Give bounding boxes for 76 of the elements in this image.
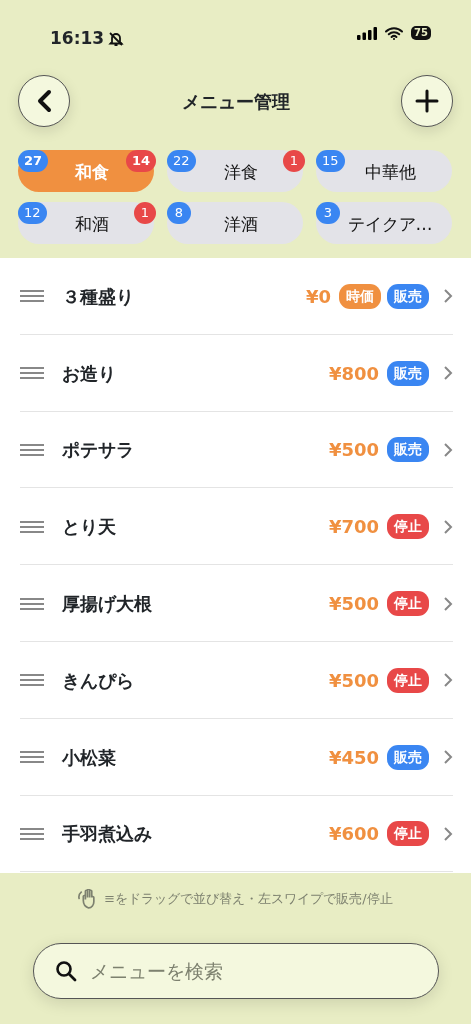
item-name: お造り [62,361,117,386]
chevron-right-icon [443,825,453,842]
item-name: 厚揚げ大根 [62,592,153,617]
status-badge: 停止 [387,667,429,693]
status-badge: 販売 [387,744,429,770]
chevron-right-icon [443,518,453,535]
hint-text: ≡をドラッグで並び替え・左スワイプで販売/停止 [104,890,393,909]
count-badge: 12 [18,202,47,224]
search-field[interactable]: メニューを検索 [32,943,439,999]
drag-handle-icon[interactable] [20,520,44,533]
drag-handle-icon[interactable] [20,444,44,456]
count-badge: 15 [316,150,345,172]
count-badge: 3 [316,202,340,224]
item-name: とり天 [62,515,117,540]
menu-row[interactable]: 厚揚げ大根 ¥500 停止 [0,565,471,642]
status-time: 16:13 [50,27,105,50]
item-name: 小松菜 [62,745,117,770]
plus-icon [415,89,439,113]
item-name: ポテサラ [62,438,135,463]
add-button[interactable] [401,75,453,127]
signal-icon [357,26,378,40]
item-price: ¥800 [328,361,379,386]
item-price: ¥600 [328,822,379,847]
count-badge: 8 [167,202,191,224]
drag-handle-icon[interactable] [20,674,44,687]
category-tab[interactable]: テイクア… 3 [316,202,452,244]
item-name: ３種盛り [62,284,135,309]
search-icon [54,960,77,982]
item-price: ¥500 [328,592,379,617]
drag-handle-icon[interactable] [20,827,44,840]
chevron-right-icon [443,595,453,612]
wifi-icon [385,26,404,40]
back-button[interactable] [18,75,70,127]
menu-row[interactable]: お造り ¥800 販売 [0,334,471,412]
menu-row[interactable]: とり天 ¥700 停止 [0,488,471,566]
swipe-hand-icon [78,889,97,909]
menu-row[interactable]: 小松菜 ¥450 販売 [0,718,471,796]
item-price: ¥700 [328,515,379,540]
item-name: 手羽煮込み [62,822,153,847]
count-badge: 22 [167,150,196,172]
item-price: ¥0 [305,284,331,309]
status-badge: 販売 [387,437,429,463]
item-price: ¥450 [328,745,379,770]
drag-handle-icon[interactable] [20,367,44,380]
chevron-right-icon [443,442,453,458]
price-tag: 時価 [339,283,381,309]
category-tab[interactable]: 洋酒 8 [167,202,303,244]
drag-handle-icon[interactable] [20,597,44,610]
chevron-right-icon [443,749,453,766]
status-badge: 停止 [387,821,429,847]
item-price: ¥500 [328,438,379,463]
category-tab[interactable]: 和食 27 14 [18,150,154,192]
menu-row[interactable]: きんぴら ¥500 停止 [0,642,471,719]
status-badge: 販売 [387,360,429,386]
chevron-right-icon [443,365,453,382]
category-tab[interactable]: 中華他 15 [316,150,452,192]
chevron-right-icon [443,288,453,305]
category-tab[interactable]: 洋食 22 1 [167,150,303,192]
drag-handle-icon[interactable] [20,290,44,303]
status-badge: 販売 [387,283,429,309]
status-badge: 停止 [387,514,429,540]
menu-row[interactable]: 手羽煮込み ¥600 停止 [0,795,471,873]
alert-badge: 14 [125,150,156,172]
battery-level: 75 [411,26,431,40]
menu-row[interactable]: ３種盛り ¥0 時価 販売 [0,258,471,335]
count-badge: 27 [18,150,49,172]
alert-badge: 1 [283,150,305,172]
category-tab[interactable]: 和酒 12 1 [18,202,154,244]
status-badge: 停止 [387,591,429,617]
alert-badge: 1 [134,202,156,224]
menu-row[interactable]: ポテサラ ¥500 販売 [0,411,471,489]
chevron-right-icon [443,672,453,689]
drag-handle-icon[interactable] [20,751,44,764]
screen-title: メニュー管理 [181,89,290,114]
item-name: きんぴら [62,668,135,693]
item-price: ¥500 [328,668,379,693]
